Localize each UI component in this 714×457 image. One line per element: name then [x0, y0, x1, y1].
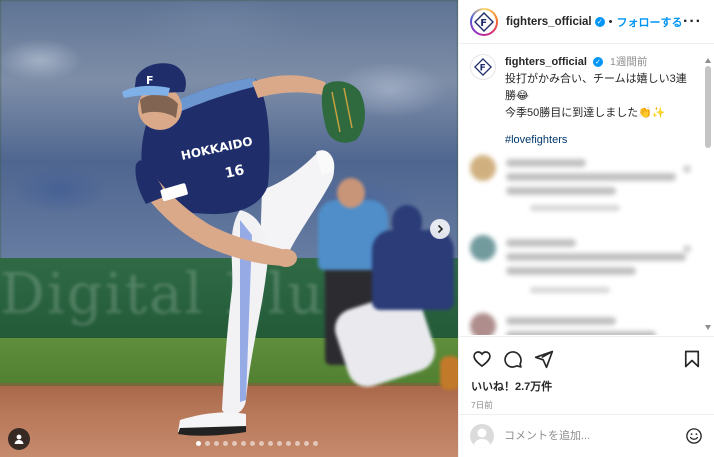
caption: F fighters_official ✓ 1週間前 投打がかみ合い、チームは嬉… [470, 54, 706, 149]
scroll-thumb[interactable] [705, 66, 711, 148]
separator: • [608, 15, 613, 28]
carousel-dot [277, 441, 282, 446]
verified-badge-icon: ✓ [594, 16, 605, 27]
blurred-comment [470, 155, 695, 215]
emoji-button[interactable] [684, 426, 704, 446]
caption-line: 投打がかみ合い、チームは嬉しい3連 [505, 73, 687, 85]
verified-badge-icon: ✓ [592, 57, 603, 68]
save-button[interactable] [681, 348, 703, 370]
more-options-icon[interactable]: ··· [683, 13, 702, 31]
post-date[interactable]: 7日前 [471, 399, 703, 411]
next-slide-button[interactable] [430, 219, 450, 239]
profile-avatar[interactable]: F [470, 7, 498, 36]
carousel-dot [232, 441, 237, 446]
cap-logo: F [146, 74, 154, 87]
smiley-icon [686, 428, 702, 444]
carousel-dot [304, 441, 309, 446]
blurred-comment [470, 235, 695, 295]
current-user-avatar [470, 424, 494, 448]
chevron-right-icon [437, 224, 444, 234]
carousel-dot [241, 441, 246, 446]
svg-text:F: F [480, 64, 486, 74]
like-button[interactable] [471, 348, 493, 370]
default-avatar-icon [473, 428, 491, 448]
svg-text:F: F [480, 18, 487, 29]
share-button[interactable] [533, 348, 555, 370]
carousel-dot [313, 441, 318, 446]
carousel-dot [250, 441, 255, 446]
carousel-dot [295, 441, 300, 446]
comments-list[interactable]: F fighters_official ✓ 1週間前 投打がかみ合い、チームは嬉… [459, 45, 714, 335]
comment-bubble-icon [504, 351, 522, 368]
comment-input[interactable] [504, 430, 664, 442]
carousel-dot [214, 441, 219, 446]
hashtag-link[interactable]: #lovefighters [505, 132, 687, 149]
scroll-up-arrow-icon[interactable] [705, 58, 711, 63]
user-icon [14, 434, 24, 444]
tagged-users-button[interactable] [8, 428, 30, 450]
scroll-down-arrow-icon[interactable] [705, 325, 711, 330]
caption-line: 勝😂 [505, 90, 529, 102]
carousel-indicator [196, 441, 318, 446]
post-header: F fighters_official ✓ • フォローする ··· [459, 0, 714, 44]
caption-time: 1週間前 [610, 56, 648, 68]
caption-username[interactable]: fighters_official [505, 56, 587, 68]
post-image[interactable]: Digital Blue F HOKKAIDO 16 [0, 0, 458, 457]
fighters-logo-icon: F [474, 58, 492, 76]
carousel-dot [268, 441, 273, 446]
follow-button[interactable]: フォローする [617, 14, 683, 30]
post-side-panel: F fighters_official ✓ • フォローする ··· F fig… [458, 0, 714, 457]
add-comment-bar [459, 414, 714, 457]
bookmark-icon [684, 350, 700, 368]
post-actions: いいね！2.7万件 7日前 [459, 336, 714, 411]
comment-button[interactable] [502, 348, 524, 370]
pitcher-figure: F HOKKAIDO 16 [122, 63, 365, 436]
blurred-comment [470, 313, 695, 335]
carousel-dot [286, 441, 291, 446]
fighters-logo-icon: F [474, 11, 494, 32]
header-username[interactable]: fighters_official [506, 16, 592, 28]
caption-line: 今季50勝目に到達しました👏✨ [505, 107, 666, 119]
heart-icon [473, 351, 491, 368]
paper-plane-icon [534, 350, 554, 369]
carousel-dot [259, 441, 264, 446]
comments-scrollbar[interactable] [705, 58, 711, 330]
carousel-dot [223, 441, 228, 446]
carousel-dot [196, 441, 201, 446]
like-count[interactable]: いいね！2.7万件 [471, 378, 703, 394]
caption-avatar[interactable]: F [470, 54, 496, 80]
carousel-dot [205, 441, 210, 446]
